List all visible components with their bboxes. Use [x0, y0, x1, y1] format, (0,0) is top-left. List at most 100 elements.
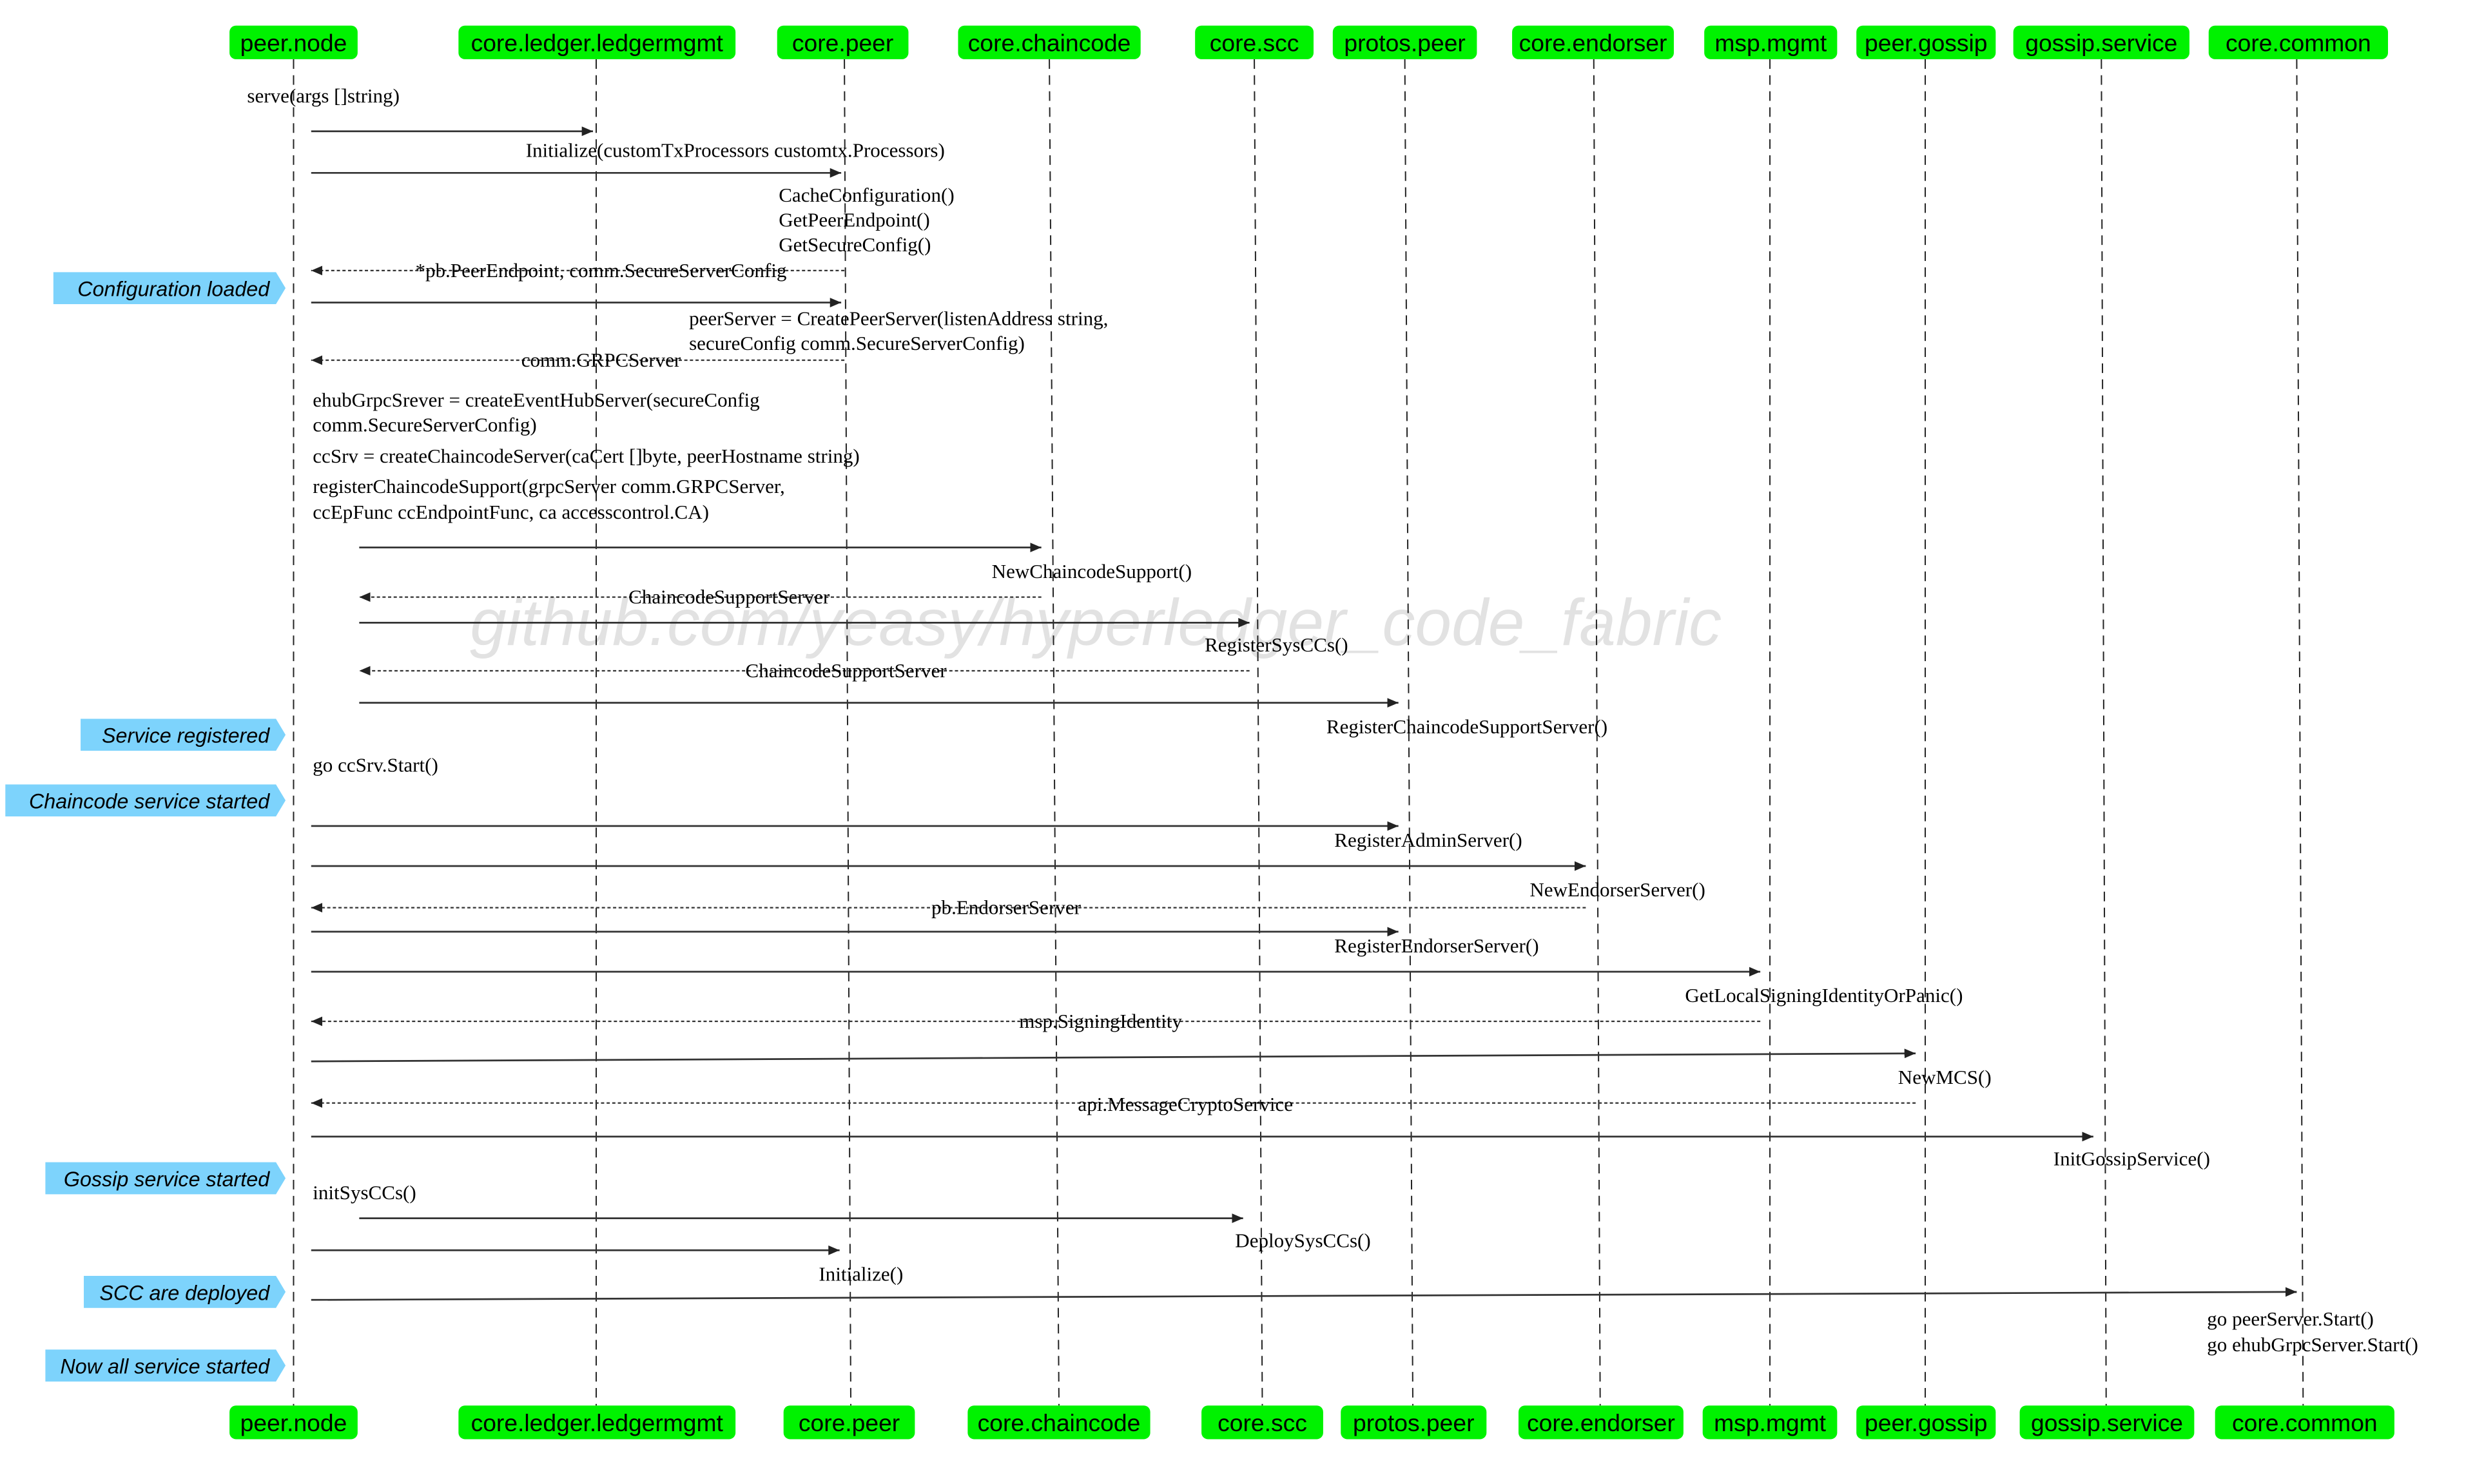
participant-label: core.peer	[792, 29, 893, 56]
participant-core-ledger-ledgermgmt-top[interactable]: core.ledger.ledgermgmt	[458, 25, 736, 59]
message-label: api.MessageCryptoService	[1078, 1093, 1293, 1115]
participant-peer-gossip-bottom[interactable]: peer.gossip	[1856, 1405, 1996, 1440]
message-label: go ehubGrpcServer.Start()	[2207, 1333, 2418, 1356]
participant-label: msp.mgmt	[1714, 29, 1827, 56]
participant-peer-gossip-top[interactable]: peer.gossip	[1856, 25, 1996, 59]
participant-label: core.ledger.ledgermgmt	[471, 1409, 724, 1436]
participant-core-peer-bottom[interactable]: core.peer	[783, 1405, 915, 1440]
participant-core-scc-bottom[interactable]: core.scc	[1201, 1405, 1323, 1440]
step-text: ehubGrpcSrever = createEventHubServer(se…	[313, 389, 759, 411]
participant-label: core.chaincode	[968, 29, 1131, 56]
participant-label: peer.node	[240, 1409, 347, 1436]
participant-peer-node-bottom[interactable]: peer.node	[229, 1405, 358, 1440]
participant-label: core.scc	[1210, 29, 1299, 56]
message-label: NewEndorserServer()	[1529, 878, 1705, 901]
message-label: CacheConfiguration()	[779, 184, 954, 206]
message-core-peer-to-peer-node: *pb.PeerEndpoint, comm.SecureServerConfi…	[311, 259, 845, 282]
note-text: Service registered	[102, 724, 270, 747]
lifeline-core-chaincode	[1049, 59, 1060, 1406]
message-label: DeploySysCCs()	[1235, 1229, 1370, 1251]
participant-label: peer.gossip	[1865, 1409, 1988, 1436]
message-core-scc-to-peer-node: ChaincodeSupportServer	[359, 659, 1250, 682]
note-text: Chaincode service started	[29, 790, 270, 813]
message-label: *pb.PeerEndpoint, comm.SecureServerConfi…	[415, 259, 786, 282]
participant-msp-mgmt-top[interactable]: msp.mgmt	[1704, 25, 1838, 59]
message-label: InitGossipService()	[2053, 1148, 2210, 1170]
participant-protos-peer-bottom[interactable]: protos.peer	[1341, 1405, 1487, 1440]
participant-core-common-top[interactable]: core.common	[2208, 25, 2389, 59]
step-text: serve(args []string)	[247, 84, 400, 107]
step-text: registerChaincodeSupport(grpcServer comm…	[313, 475, 785, 497]
participant-core-ledger-ledgermgmt-bottom[interactable]: core.ledger.ledgermgmt	[458, 1405, 736, 1440]
note-text: Gossip service started	[64, 1168, 270, 1191]
note-scc-are-deployed: SCC are deployed	[84, 1276, 286, 1308]
message-label: RegisterEndorserServer()	[1334, 934, 1538, 957]
step-text: go ccSrv.Start()	[313, 753, 438, 776]
sequence-diagram: github.com/yeasy/hyperledger_code_fabric…	[5, 25, 2418, 1440]
call-arrow	[311, 1287, 2297, 1301]
call-arrow	[311, 1048, 1916, 1063]
participant-msp-mgmt-bottom[interactable]: msp.mgmt	[1702, 1405, 1838, 1440]
note-text: Now all service started	[60, 1355, 270, 1378]
participant-gossip-service-top[interactable]: gossip.service	[2013, 25, 2189, 59]
note-now-all-service-started: Now all service started	[45, 1349, 286, 1382]
message-label: NewMCS()	[1898, 1066, 1992, 1088]
message-label: Initialize()	[819, 1262, 903, 1285]
participant-label: core.chaincode	[978, 1409, 1141, 1436]
message-label: pb.EndorserServer	[931, 896, 1082, 919]
message-peer-node-to-protos-peer: RegisterAdminServer()	[311, 821, 1522, 851]
participant-core-endorser-top[interactable]: core.endorser	[1512, 25, 1674, 59]
participant-core-endorser-bottom[interactable]: core.endorser	[1519, 1405, 1684, 1440]
message-label: go peerServer.Start()	[2207, 1307, 2374, 1330]
message-peer-node-to-peer-gossip: NewMCS()	[311, 1048, 1992, 1088]
note-configuration-loaded: Configuration loaded	[53, 272, 286, 305]
step-text: ccSrv = createChaincodeServer(caCert []b…	[313, 445, 859, 467]
message-label: msp.SigningIdentity	[1019, 1010, 1182, 1032]
participant-label: protos.peer	[1353, 1409, 1474, 1436]
message-peer-node-to-core-ledger-ledgermgmt: Initialize(customTxProcessors customtx.P…	[311, 126, 945, 161]
message-peer-node-to-msp-mgmt: GetLocalSigningIdentityOrPanic()	[311, 967, 1963, 1007]
participant-label: core.endorser	[1519, 29, 1667, 56]
message-label: comm.GRPCServer	[521, 349, 681, 371]
step-text: comm.SecureServerConfig)	[313, 414, 536, 436]
message-peer-node-to-core-peer: CacheConfiguration() GetPeerEndpoint()Get…	[311, 168, 955, 256]
message-label: Initialize(customTxProcessors customtx.P…	[526, 139, 945, 161]
participant-label: core.endorser	[1527, 1409, 1675, 1436]
participant-label: core.common	[2226, 29, 2371, 56]
message-label: RegisterAdminServer()	[1334, 829, 1522, 851]
participant-core-chaincode-top[interactable]: core.chaincode	[958, 25, 1141, 59]
participant-label: core.scc	[1218, 1409, 1307, 1436]
message-label: ChaincodeSupportServer	[628, 586, 830, 608]
step-text: ccEpFunc ccEndpointFunc, ca accesscontro…	[313, 501, 709, 523]
message-peer-gossip-to-peer-node: api.MessageCryptoService	[311, 1093, 1916, 1115]
note-text: Configuration loaded	[77, 278, 270, 301]
message-label: RegisterChaincodeSupportServer()	[1326, 715, 1607, 738]
message-label: GetSecureConfig()	[779, 233, 931, 256]
message-peer-node-to-core-scc: DeploySysCCs()	[359, 1213, 1371, 1251]
note-text: SCC are deployed	[99, 1281, 270, 1304]
participant-core-common-bottom[interactable]: core.common	[2215, 1405, 2394, 1440]
message-label: secureConfig comm.SecureServerConfig)	[689, 332, 1025, 354]
message-peer-node-to-core-common: go peerServer.Start() go ehubGrpcServer.S…	[311, 1287, 2418, 1356]
participant-core-peer-top[interactable]: core.peer	[777, 25, 909, 59]
note-chaincode-service-started: Chaincode service started	[5, 784, 286, 817]
message-label: GetLocalSigningIdentityOrPanic()	[1685, 984, 1963, 1007]
message-label: GetPeerEndpoint()	[779, 209, 930, 231]
participant-core-scc-top[interactable]: core.scc	[1195, 25, 1314, 59]
message-peer-node-to-core-peer: Initialize()	[311, 1245, 903, 1285]
lifeline-core-scc	[1254, 59, 1263, 1406]
participant-label: core.common	[2232, 1409, 2378, 1436]
message-label: ChaincodeSupportServer	[746, 659, 947, 682]
participant-protos-peer-top[interactable]: protos.peer	[1332, 25, 1477, 59]
participant-core-chaincode-bottom[interactable]: core.chaincode	[967, 1405, 1150, 1440]
lifeline-core-peer	[844, 59, 852, 1406]
message-peer-node-to-core-peer: peerServer = CreatePeerServer(listenAddr…	[311, 298, 1108, 354]
participant-label: peer.gossip	[1865, 29, 1988, 56]
message-peer-node-to-protos-peer: RegisterChaincodeSupportServer()	[359, 698, 1607, 738]
message-peer-node-to-core-chaincode: NewChaincodeSupport()	[359, 543, 1192, 583]
message-msp-mgmt-to-peer-node: msp.SigningIdentity	[311, 1010, 1761, 1032]
participant-peer-node-top[interactable]: peer.node	[229, 25, 358, 59]
message-label: RegisterSysCCs()	[1205, 633, 1348, 656]
participant-gossip-service-bottom[interactable]: gossip.service	[2019, 1405, 2195, 1440]
lifeline-core-common	[2296, 59, 2304, 1406]
